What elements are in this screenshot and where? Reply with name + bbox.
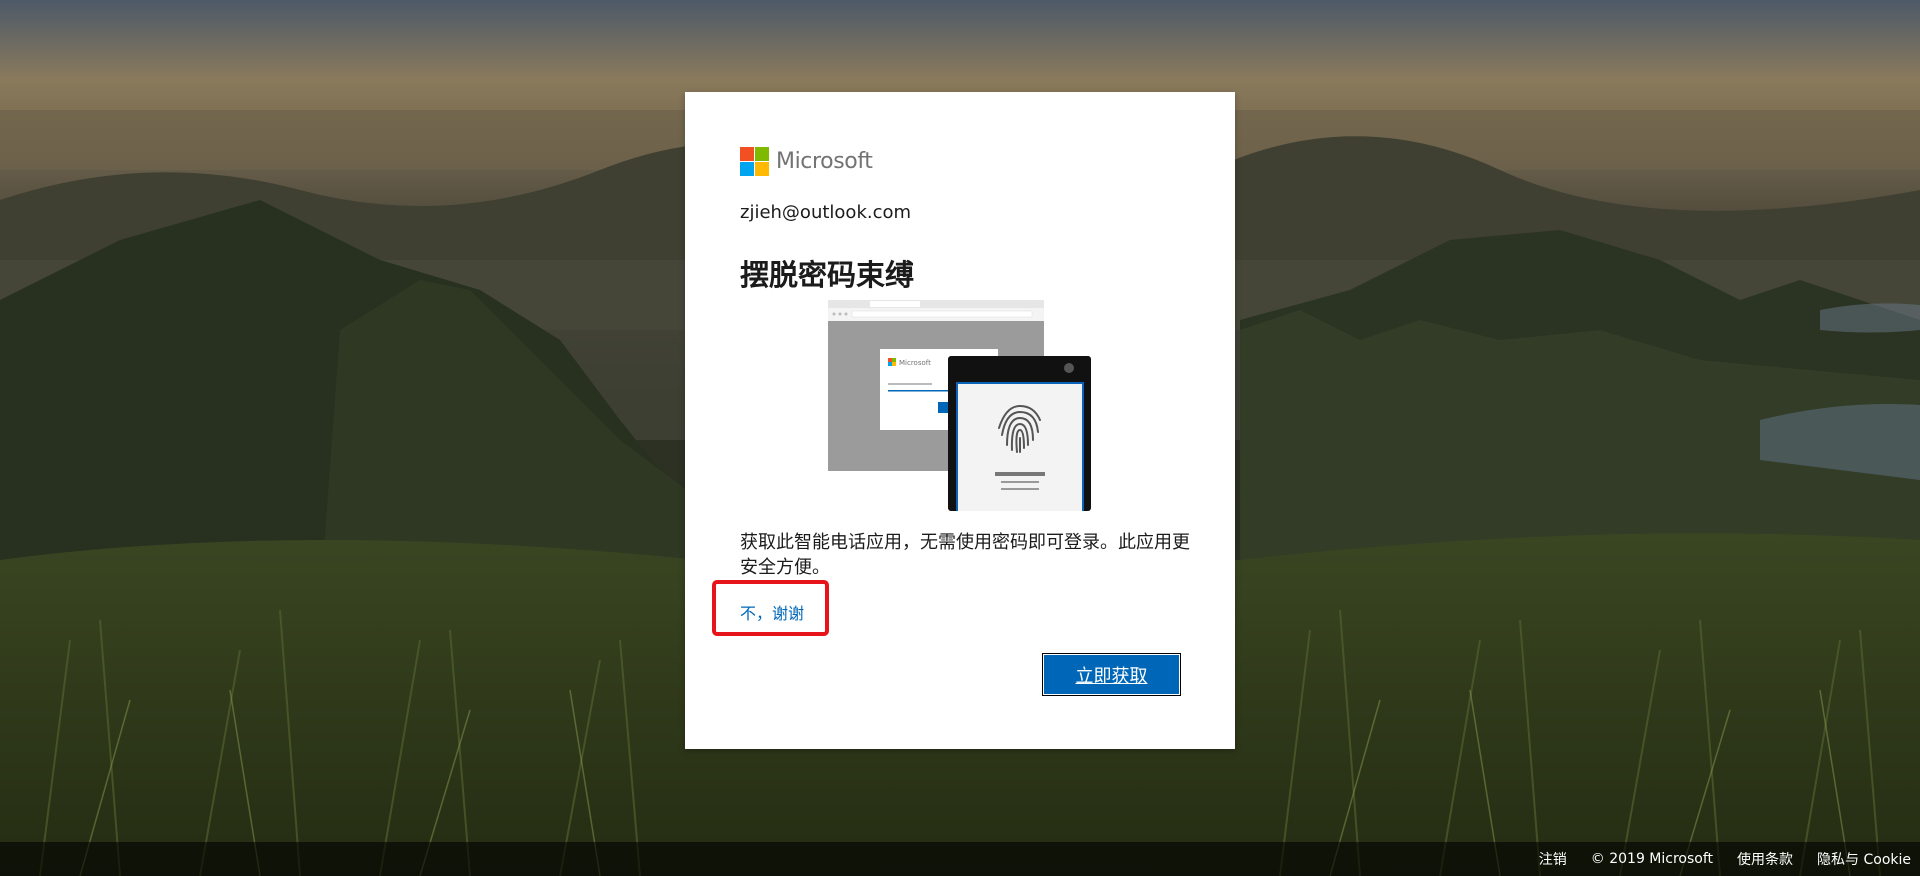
page-title: 摆脱密码束缚	[740, 258, 915, 292]
footer-terms-link[interactable]: 使用条款	[1737, 849, 1793, 869]
microsoft-logo: Microsoft	[740, 146, 873, 177]
no-thanks-link[interactable]: 不，谢谢	[740, 600, 804, 624]
footer-sign-out-link[interactable]: 注销	[1539, 849, 1567, 869]
logo-text: Microsoft	[776, 149, 873, 174]
microsoft-logo-icon	[740, 147, 769, 176]
get-now-button[interactable]: 立即获取	[1042, 653, 1181, 696]
description-text: 获取此智能电话应用，无需使用密码即可登录。此应用更安全方便。	[740, 532, 1190, 578]
authenticator-illustration: Microsoft	[828, 300, 1096, 511]
footer-bar: 注销 © 2019 Microsoft 使用条款 隐私与 Cookie	[0, 842, 1920, 876]
illustration-logo-text: Microsoft	[899, 359, 931, 367]
sign-in-card: Microsoft zjieh@outlook.com 摆脱密码束缚 Micro…	[685, 92, 1235, 749]
footer-privacy-link[interactable]: 隐私与 Cookie	[1817, 849, 1911, 869]
footer-copyright: © 2019 Microsoft	[1590, 851, 1714, 867]
account-email: zjieh@outlook.com	[740, 202, 912, 223]
